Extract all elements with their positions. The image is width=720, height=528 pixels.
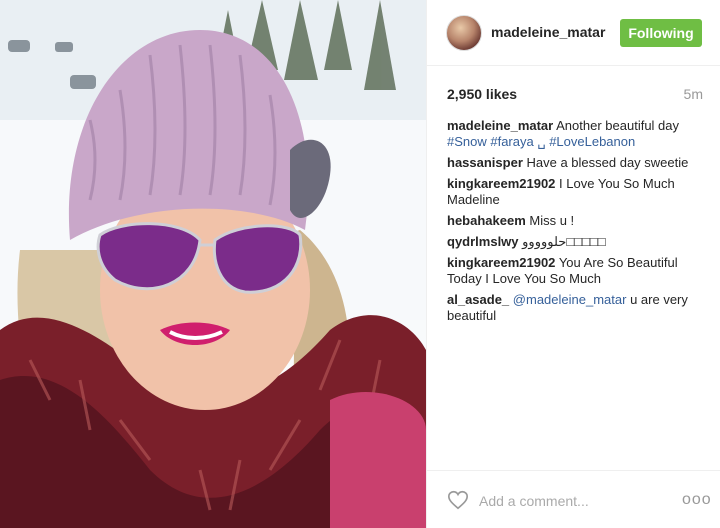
comment-username[interactable]: hebahakeem xyxy=(447,213,526,228)
selfie-image xyxy=(0,0,426,528)
add-comment-input[interactable]: Add a comment... xyxy=(479,493,589,509)
comment-item: hebahakeem Miss u ! xyxy=(447,213,709,229)
comment-item: hassanisper Have a blessed day sweetie xyxy=(447,155,709,171)
post-photo[interactable] xyxy=(0,0,426,528)
post-time[interactable]: 5m xyxy=(684,86,703,102)
comment-item: al_asade_ @madeleine_matar u are very be… xyxy=(447,292,709,324)
comment-text: حلووووو□□□□□ xyxy=(522,234,606,249)
comment-mention[interactable]: @madeleine_matar xyxy=(513,292,627,307)
comment-username[interactable]: al_asade_ xyxy=(447,292,509,307)
post-footer: Add a comment... ooo xyxy=(427,470,720,528)
likes-row: 2,950 likes 5m xyxy=(447,86,703,102)
post-side-panel: madeleine_matar Following 2,950 likes 5m… xyxy=(426,0,720,528)
more-options-icon[interactable]: ooo xyxy=(682,491,712,509)
comment-item: qydrlmslwy حلووووو□□□□□ xyxy=(447,234,709,250)
following-button[interactable]: Following xyxy=(620,19,702,47)
comment-text: Miss u ! xyxy=(529,213,575,228)
comment-username[interactable]: kingkareem21902 xyxy=(447,176,555,191)
caption-username[interactable]: madeleine_matar xyxy=(447,118,553,133)
heart-icon[interactable] xyxy=(447,489,469,511)
comment-username[interactable]: hassanisper xyxy=(447,155,523,170)
caption-text: Another beautiful day xyxy=(556,118,680,133)
caption: madeleine_matar Another beautiful day #S… xyxy=(447,118,709,150)
comment-item: kingkareem21902 I Love You So Much Madel… xyxy=(447,176,709,208)
avatar[interactable] xyxy=(446,15,482,51)
comment-text: Have a blessed day sweetie xyxy=(526,155,689,170)
caption-hashtags[interactable]: #Snow #faraya ␣ #LoveLebanon xyxy=(447,134,635,149)
post-username[interactable]: madeleine_matar xyxy=(491,24,605,40)
comment-username[interactable]: kingkareem21902 xyxy=(447,255,555,270)
comments-list: madeleine_matar Another beautiful day #S… xyxy=(447,118,709,329)
post-header: madeleine_matar Following xyxy=(427,0,720,66)
likes-count[interactable]: 2,950 likes xyxy=(447,86,517,102)
comment-username[interactable]: qydrlmslwy xyxy=(447,234,519,249)
comment-item: kingkareem21902 You Are So Beautiful Tod… xyxy=(447,255,709,287)
